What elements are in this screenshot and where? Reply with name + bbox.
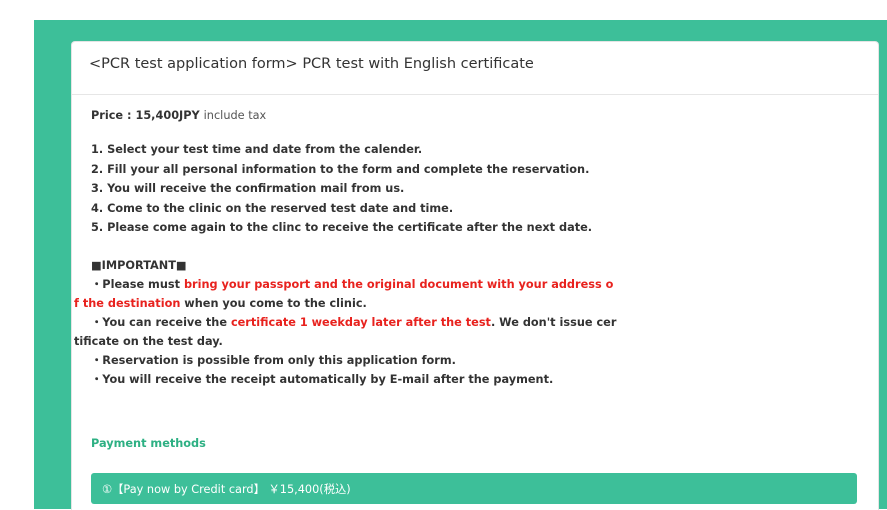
important-section: ■IMPORTANT■ ・Please must bring your pass…: [74, 256, 878, 389]
important-item-reservation: ・Reservation is possible from only this …: [91, 353, 456, 367]
application-form-card: <PCR test application form> PCR test wit…: [71, 41, 879, 510]
step-item: 3. You will receive the confirmation mai…: [91, 182, 405, 195]
step-item: 5. Please come again to the clinc to rec…: [91, 221, 593, 234]
price-tax-note: include tax: [203, 109, 267, 122]
step-item: 2. Fill your all personal information to…: [91, 162, 590, 176]
steps-list: 1. Select your test time and date from t…: [91, 140, 878, 238]
important-item-passport: ・Please must bring your passport and the…: [91, 277, 614, 291]
payment-methods-label: Payment methods: [91, 436, 206, 450]
important-item-passport-cont: f the destination when you come to the c…: [74, 296, 367, 310]
important-item-receipt: ・You will receive the receipt automatica…: [91, 372, 554, 386]
payment-option-credit-card[interactable]: ①【Pay now by Credit card】 ￥15,400(税込): [91, 473, 857, 504]
price-value: Price : 15,400JPY: [91, 109, 200, 122]
step-item: 1. Select your test time and date from t…: [91, 143, 423, 156]
important-item-certificate-cont: tificate on the test day.: [74, 334, 223, 348]
important-item-certificate: ・You can receive the certificate 1 weekd…: [91, 315, 617, 329]
important-heading: ■IMPORTANT■: [91, 258, 187, 272]
form-body: Price : 15,400JPY include tax 1. Select …: [72, 95, 878, 450]
form-title: <PCR test application form> PCR test wit…: [72, 42, 878, 95]
price-line: Price : 15,400JPY include tax: [91, 109, 878, 122]
step-item: 4. Come to the clinic on the reserved te…: [91, 201, 454, 215]
